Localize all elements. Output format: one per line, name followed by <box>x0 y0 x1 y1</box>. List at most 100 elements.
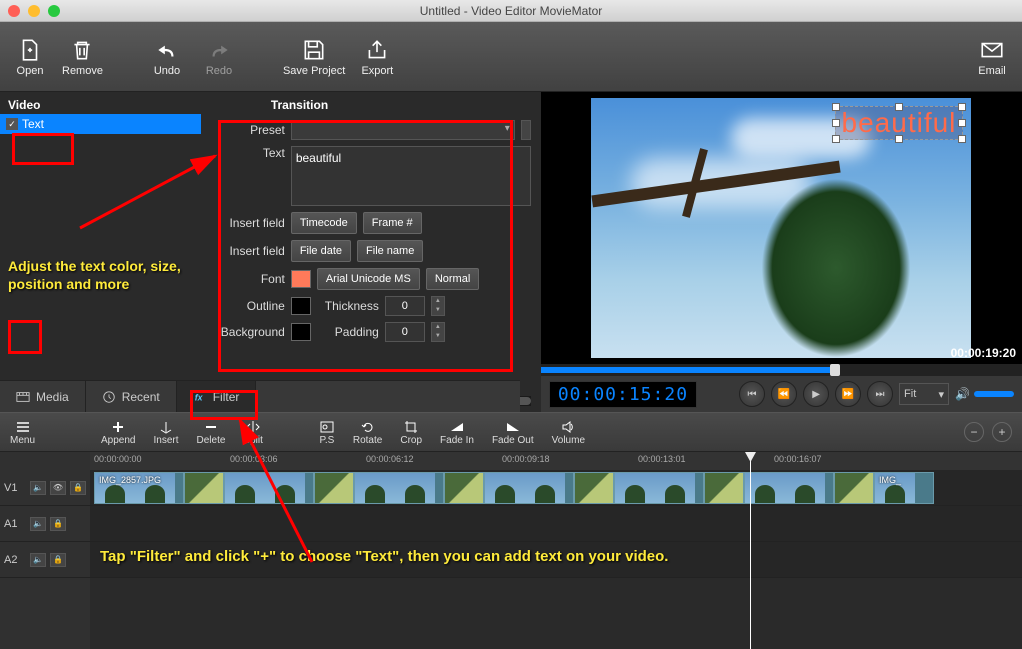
volume-slider[interactable] <box>974 391 1014 397</box>
preview-scrub-bar[interactable]: 00:00:19:20 <box>541 364 1022 376</box>
preview-text-overlay[interactable]: beautiful <box>835 106 964 140</box>
video-track-v1[interactable]: IMG_2857.JPG IMG_ <box>90 470 1022 506</box>
titlebar: Untitled - Video Editor MovieMator <box>0 0 1022 22</box>
preset-label: Preset <box>211 123 285 137</box>
rotate-icon <box>360 419 376 435</box>
frame-number-button[interactable]: Frame # <box>363 212 422 234</box>
mute-audio-icon[interactable]: 🔈 <box>30 553 46 567</box>
file-name-button[interactable]: File name <box>357 240 423 262</box>
preview-panel: beautiful 00:00:19:20 00:00:15:20 ⏮ ⏪ ▶ <box>541 92 1022 412</box>
timeline: V1 🔈 👁 🔒 A1 🔈 🔒 A2 🔈 🔒 00:00:00:00 00:00… <box>0 452 1022 649</box>
delete-button[interactable]: Delete <box>197 419 226 446</box>
padding-input[interactable] <box>385 322 425 342</box>
skip-previous-button[interactable]: ⏮ <box>739 381 765 407</box>
open-button[interactable]: Open <box>10 37 50 77</box>
thickness-spinner[interactable]: ▲▼ <box>431 296 445 316</box>
tab-recent[interactable]: Recent <box>86 381 177 412</box>
preset-select[interactable] <box>291 120 515 140</box>
clip[interactable]: IMG_2857.JPG <box>94 472 184 504</box>
track-header-v1[interactable]: V1 🔈 👁 🔒 <box>0 470 90 506</box>
minimize-window-button[interactable] <box>28 5 40 17</box>
filter-list-panel: Video ✓ Text + – Adjust the text color, … <box>0 92 201 412</box>
filter-item-text[interactable]: ✓ Text <box>0 114 201 134</box>
file-date-button[interactable]: File date <box>291 240 351 262</box>
lock-icon[interactable]: 🔒 <box>70 481 86 495</box>
position-timecode[interactable]: 00:00:15:20 <box>549 381 697 408</box>
padding-spinner[interactable]: ▲▼ <box>431 322 445 342</box>
crop-button[interactable]: Crop <box>400 419 422 446</box>
font-family-button[interactable]: Arial Unicode MS <box>317 268 420 290</box>
fade-out-button[interactable]: Fade Out <box>492 419 534 446</box>
track-header-a1[interactable]: A1 🔈 🔒 <box>0 506 90 542</box>
export-button[interactable]: Export <box>357 37 397 77</box>
audio-track-a1[interactable] <box>90 506 1022 542</box>
background-label: Background <box>211 325 285 339</box>
mute-video-icon[interactable]: 🔈 <box>30 481 46 495</box>
fade-in-button[interactable]: Fade In <box>440 419 474 446</box>
clip[interactable] <box>484 472 574 504</box>
zoom-out-button[interactable]: − <box>964 422 984 442</box>
file-plus-icon <box>17 37 43 63</box>
save-project-button[interactable]: Save Project <box>283 37 345 77</box>
eye-icon[interactable]: 👁 <box>50 481 66 495</box>
play-button[interactable]: ▶ <box>803 381 829 407</box>
crop-icon <box>403 419 419 435</box>
transition-clip[interactable] <box>834 472 874 504</box>
redo-button[interactable]: Redo <box>199 37 239 77</box>
transition-clip[interactable] <box>574 472 614 504</box>
transition-clip[interactable] <box>184 472 224 504</box>
close-window-button[interactable] <box>8 5 20 17</box>
timeline-menu-button[interactable]: Menu <box>10 419 35 446</box>
track-header-a2[interactable]: A2 🔈 🔒 <box>0 542 90 578</box>
rotate-button[interactable]: Rotate <box>353 419 382 446</box>
window-title: Untitled - Video Editor MovieMator <box>0 4 1022 18</box>
thickness-input[interactable] <box>385 296 425 316</box>
properties-title: Transition <box>271 98 531 112</box>
volume-button[interactable]: Volume <box>552 419 585 446</box>
outline-color-swatch[interactable] <box>291 297 311 315</box>
background-color-swatch[interactable] <box>291 323 311 341</box>
mute-audio-icon[interactable]: 🔈 <box>30 517 46 531</box>
timeline-ruler[interactable]: 00:00:00:00 00:00:03:06 00:00:06:12 00:0… <box>90 452 1022 470</box>
clip[interactable] <box>614 472 704 504</box>
clip[interactable] <box>354 472 444 504</box>
insert-button[interactable]: Insert <box>154 419 179 446</box>
timecode-button[interactable]: Timecode <box>291 212 357 234</box>
svg-text:fx: fx <box>194 392 203 402</box>
checkbox-icon[interactable]: ✓ <box>6 118 18 130</box>
zoom-fit-select[interactable]: Fit <box>899 383 949 405</box>
email-button[interactable]: Email <box>972 37 1012 77</box>
undo-button[interactable]: Undo <box>147 37 187 77</box>
text-input[interactable] <box>291 146 531 206</box>
tab-filter[interactable]: fx Filter <box>177 381 257 412</box>
fadein-icon <box>449 419 465 435</box>
append-button[interactable]: Append <box>101 419 135 446</box>
skip-next-button[interactable]: ⏭ <box>867 381 893 407</box>
lock-icon[interactable]: 🔒 <box>50 553 66 567</box>
annotation-left: Adjust the text color, size, position an… <box>8 257 208 293</box>
clip[interactable]: IMG_ <box>874 472 934 504</box>
font-color-swatch[interactable] <box>291 270 311 288</box>
fast-forward-button[interactable]: ⏩ <box>835 381 861 407</box>
zoom-window-button[interactable] <box>48 5 60 17</box>
playhead[interactable] <box>750 452 751 649</box>
lock-icon[interactable]: 🔒 <box>50 517 66 531</box>
insert-field-label-2: Insert field <box>211 244 285 258</box>
remove-button[interactable]: Remove <box>62 37 103 77</box>
properties-panel: Transition Preset Text Insert field Time… <box>201 92 541 412</box>
preset-save-button[interactable] <box>521 120 531 140</box>
preview-canvas[interactable]: beautiful <box>541 92 1022 364</box>
transition-clip[interactable] <box>704 472 744 504</box>
email-icon <box>979 37 1005 63</box>
insert-icon <box>158 419 174 435</box>
zoom-in-button[interactable]: + <box>992 422 1012 442</box>
tab-media[interactable]: Media <box>0 381 86 412</box>
main-toolbar: Open Remove Undo Redo Save Project Expor… <box>0 22 1022 92</box>
transition-clip[interactable] <box>444 472 484 504</box>
volume-icon[interactable]: 🔊 <box>955 387 970 401</box>
duration-timecode: 00:00:19:20 <box>951 346 1016 360</box>
clip[interactable] <box>744 472 834 504</box>
rewind-button[interactable]: ⏪ <box>771 381 797 407</box>
export-icon <box>364 37 390 63</box>
font-style-button[interactable]: Normal <box>426 268 479 290</box>
